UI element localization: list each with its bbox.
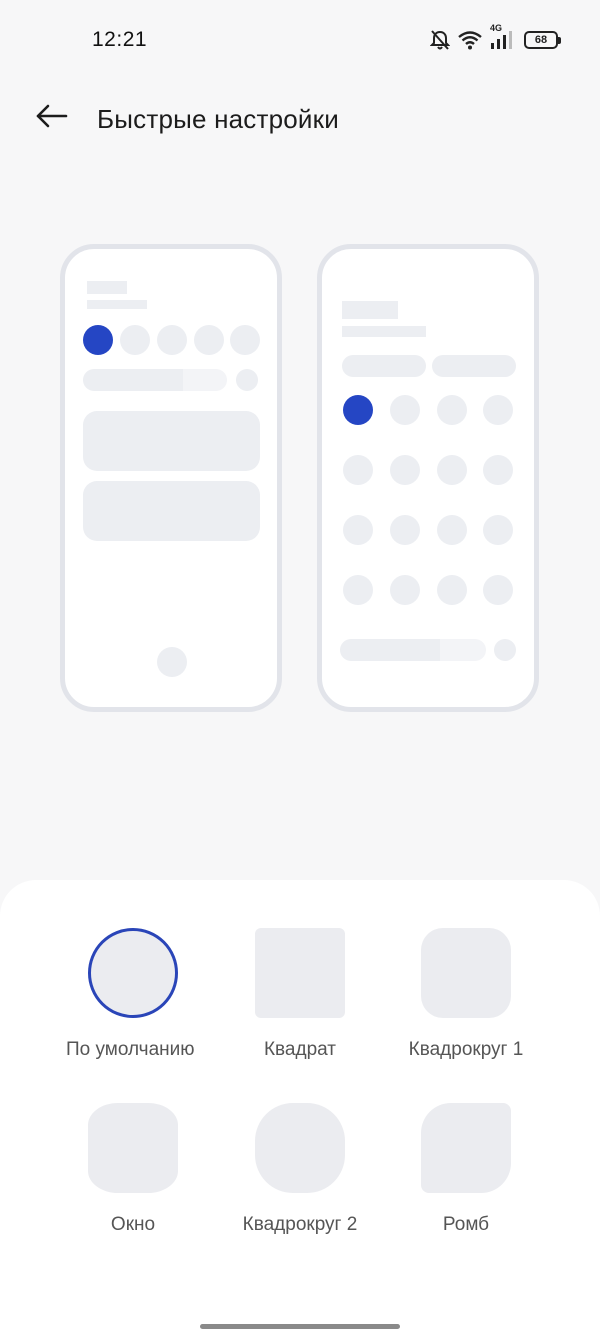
wifi-icon <box>458 30 482 50</box>
preview-phone-expanded <box>317 244 539 712</box>
preview-tile <box>157 325 187 355</box>
top-bar: Быстрые настройки <box>0 88 600 148</box>
preview-slider-track <box>440 639 486 661</box>
shape-option-squircle-2[interactable]: Квадрокруг 2 <box>215 1103 385 1273</box>
preview-tile <box>483 395 513 425</box>
preview-tile <box>390 575 420 605</box>
signal-icon: 4G <box>490 23 516 51</box>
home-indicator[interactable] <box>200 1324 400 1329</box>
shape-label: Ромб <box>442 1214 490 1235</box>
preview-tile <box>483 575 513 605</box>
preview-tile <box>390 395 420 425</box>
page-title: Быстрые настройки <box>97 104 339 134</box>
shape-rhombus-preview <box>421 1103 511 1193</box>
preview-tile <box>120 325 150 355</box>
preview-tile-active <box>343 395 373 425</box>
preview-tile <box>390 455 420 485</box>
shape-label: Квадрокруг 1 <box>408 1039 524 1060</box>
preview-tile <box>343 575 373 605</box>
preview-tile <box>483 515 513 545</box>
shape-label: По умолчанию <box>66 1039 195 1060</box>
shape-squircle-1-preview <box>421 928 511 1018</box>
preview-pill <box>342 355 426 377</box>
battery-level: 68 <box>534 34 548 46</box>
preview-card <box>83 481 260 541</box>
shape-picker-sheet: По умолчанию Квадрат Квадрокруг 1 Окно К… <box>0 880 600 1333</box>
status-bar: 12:21 4G 68 <box>0 0 600 80</box>
preview-tile <box>437 575 467 605</box>
preview-tile <box>194 325 224 355</box>
bell-off-icon <box>430 29 450 51</box>
preview-pill <box>432 355 516 377</box>
shape-label: Квадрокруг 2 <box>242 1214 358 1235</box>
shape-squircle-2-preview <box>255 1103 345 1193</box>
preview-title-placeholder <box>87 281 127 294</box>
preview-tile <box>437 395 467 425</box>
status-time: 12:21 <box>92 28 148 51</box>
shape-window-preview <box>88 1103 178 1193</box>
preview-home-button <box>157 647 187 677</box>
preview-slider-track <box>183 369 227 391</box>
preview-slider-fill <box>83 369 183 391</box>
shape-option-squircle-1[interactable]: Квадрокруг 1 <box>381 928 551 1098</box>
battery-icon: 68 <box>524 31 561 49</box>
shape-square-preview <box>255 928 345 1018</box>
preview-slider-fill <box>340 639 440 661</box>
preview-tile <box>343 515 373 545</box>
layout-preview <box>0 240 600 716</box>
preview-tile <box>230 325 260 355</box>
preview-tile <box>390 515 420 545</box>
preview-slider-knob <box>494 639 516 661</box>
preview-tile <box>437 455 467 485</box>
shape-option-rhombus[interactable]: Ромб <box>381 1103 551 1273</box>
preview-subtitle-placeholder <box>87 300 147 309</box>
shape-label: Окно <box>110 1214 156 1235</box>
preview-tile <box>343 455 373 485</box>
preview-card <box>83 411 260 471</box>
preview-tile <box>437 515 467 545</box>
preview-title-placeholder <box>342 301 398 319</box>
preview-tile-active <box>83 325 113 355</box>
shape-option-square[interactable]: Квадрат <box>215 928 385 1098</box>
shape-option-window[interactable]: Окно <box>48 1103 218 1273</box>
preview-subtitle-placeholder <box>342 326 426 337</box>
shape-label: Квадрат <box>263 1039 337 1060</box>
shape-option-default[interactable]: По умолчанию <box>48 928 218 1098</box>
arrow-left-icon <box>35 104 69 133</box>
preview-slider-knob <box>236 369 258 391</box>
back-button[interactable] <box>30 98 74 138</box>
status-icons: 4G 68 <box>430 23 561 54</box>
shape-circle-preview <box>88 928 178 1018</box>
preview-tile <box>483 455 513 485</box>
preview-phone-compact <box>60 244 282 712</box>
